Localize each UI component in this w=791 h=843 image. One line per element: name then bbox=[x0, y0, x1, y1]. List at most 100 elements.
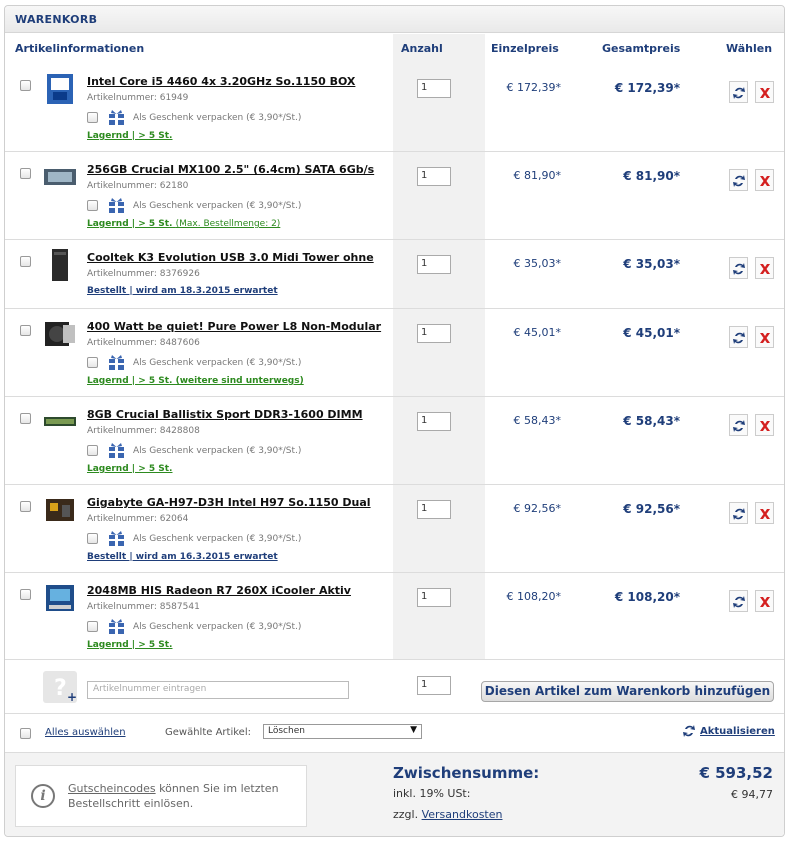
delete-item-button[interactable] bbox=[755, 81, 774, 103]
refresh-item-button[interactable] bbox=[729, 81, 748, 103]
item-unit-price: € 172,39* bbox=[506, 81, 561, 94]
item-quantity-input[interactable]: 1 bbox=[417, 412, 451, 431]
item-total-price: € 58,43* bbox=[623, 414, 680, 428]
gift-wrap-checkbox[interactable] bbox=[87, 357, 98, 368]
item-title-link[interactable]: 256GB Crucial MX100 2.5" (6.4cm) SATA 6G… bbox=[87, 163, 374, 176]
gift-box-icon bbox=[108, 109, 125, 126]
refresh-item-button[interactable] bbox=[729, 257, 748, 279]
delete-item-button[interactable] bbox=[755, 590, 774, 612]
select-all-checkbox[interactable] bbox=[20, 728, 31, 739]
item-title-link[interactable]: Intel Core i5 4460 4x 3.20GHz So.1150 BO… bbox=[87, 75, 355, 88]
select-all-link[interactable]: Alles auswählen bbox=[45, 727, 126, 738]
refresh-item-button[interactable] bbox=[729, 326, 748, 348]
gift-wrap-label: Als Geschenk verpacken (€ 3,90*/St.) bbox=[133, 201, 302, 211]
gift-wrap-checkbox[interactable] bbox=[87, 112, 98, 123]
item-unit-price: € 108,20* bbox=[506, 590, 561, 603]
item-select-checkbox[interactable] bbox=[20, 168, 31, 179]
refresh-item-button[interactable] bbox=[729, 502, 748, 524]
stock-extra-note: (Max. Bestellmenge: 2) bbox=[175, 219, 281, 229]
voucher-codes-link[interactable]: Gutscheincodes bbox=[68, 782, 156, 795]
item-quantity-input[interactable]: 1 bbox=[417, 255, 451, 274]
delete-x-icon bbox=[760, 88, 770, 98]
item-article-number: Artikelnummer: 62064 bbox=[87, 514, 189, 524]
item-stock-status[interactable]: Lagernd | > 5 St. (weitere sind unterweg… bbox=[87, 376, 304, 386]
gift-wrap-checkbox[interactable] bbox=[87, 621, 98, 632]
article-number-input[interactable]: Artikelnummer eintragen bbox=[87, 681, 349, 699]
cart-panel: WARENKORB Artikelinformationen Anzahl Ei… bbox=[4, 5, 785, 837]
pc-case-image[interactable] bbox=[43, 248, 77, 282]
gift-box-icon bbox=[108, 618, 125, 635]
item-title-link[interactable]: 2048MB HIS Radeon R7 260X iCooler Aktiv bbox=[87, 584, 351, 597]
refresh-icon[interactable] bbox=[682, 723, 696, 739]
delete-item-button[interactable] bbox=[755, 502, 774, 524]
item-select-checkbox[interactable] bbox=[20, 325, 31, 336]
stock-text: Lagernd | > 5 St. bbox=[87, 131, 173, 141]
delete-x-icon bbox=[760, 509, 770, 519]
item-stock-status[interactable]: Bestellt | wird am 18.3.2015 erwartet bbox=[87, 286, 278, 296]
add-to-cart-button[interactable]: Diesen Artikel zum Warenkorb hinzufügen bbox=[481, 681, 774, 702]
gift-wrap-label: Als Geschenk verpacken (€ 3,90*/St.) bbox=[133, 113, 302, 123]
ram-module-image[interactable] bbox=[43, 405, 77, 439]
item-total-price: € 108,20* bbox=[614, 590, 680, 604]
selected-items-label: Gewählte Artikel: bbox=[165, 727, 251, 738]
cpu-box-image[interactable] bbox=[43, 72, 77, 106]
item-stock-status[interactable]: Bestellt | wird am 16.3.2015 erwartet bbox=[87, 552, 278, 562]
refresh-icon bbox=[733, 332, 745, 344]
shipping-costs-link[interactable]: Versandkosten bbox=[422, 808, 503, 821]
item-select-checkbox[interactable] bbox=[20, 413, 31, 424]
update-link[interactable]: Aktualisieren bbox=[700, 726, 775, 737]
ssd-image[interactable] bbox=[43, 160, 77, 194]
item-article-number: Artikelnummer: 8428808 bbox=[87, 426, 200, 436]
chevron-down-icon: ▼ bbox=[410, 725, 417, 735]
svg-text:?: ? bbox=[54, 676, 67, 701]
item-stock-status[interactable]: Lagernd | > 5 St. bbox=[87, 131, 172, 141]
graphics-card-image[interactable] bbox=[43, 581, 77, 615]
power-supply-image[interactable] bbox=[43, 317, 77, 351]
item-quantity-input[interactable]: 1 bbox=[417, 588, 451, 607]
delete-item-button[interactable] bbox=[755, 414, 774, 436]
item-stock-status[interactable]: Lagernd | > 5 St. (Max. Bestellmenge: 2) bbox=[87, 219, 280, 229]
refresh-item-button[interactable] bbox=[729, 590, 748, 612]
item-article-number: Artikelnummer: 8587541 bbox=[87, 602, 200, 612]
refresh-item-button[interactable] bbox=[729, 414, 748, 436]
item-quantity-input[interactable]: 1 bbox=[417, 500, 451, 519]
gift-wrap-label: Als Geschenk verpacken (€ 3,90*/St.) bbox=[133, 534, 302, 544]
delete-item-button[interactable] bbox=[755, 326, 774, 348]
delete-item-button[interactable] bbox=[755, 257, 774, 279]
stock-text: Lagernd | > 5 St. (weitere sind unterweg… bbox=[87, 376, 304, 386]
add-article-quantity-input[interactable]: 1 bbox=[417, 676, 451, 695]
item-select-checkbox[interactable] bbox=[20, 501, 31, 512]
item-total-price: € 92,56* bbox=[623, 502, 680, 516]
item-quantity-input[interactable]: 1 bbox=[417, 324, 451, 343]
selected-action-select[interactable]: Löschen ▼ bbox=[263, 724, 422, 739]
item-title-link[interactable]: Cooltek K3 Evolution USB 3.0 Midi Tower … bbox=[87, 251, 374, 264]
item-title-link[interactable]: Gigabyte GA-H97-D3H Intel H97 So.1150 Du… bbox=[87, 496, 371, 509]
refresh-icon bbox=[733, 596, 745, 608]
gift-wrap-checkbox[interactable] bbox=[87, 533, 98, 544]
stock-text: Bestellt | wird am 18.3.2015 erwartet bbox=[87, 286, 278, 296]
item-stock-status[interactable]: Lagernd | > 5 St. bbox=[87, 640, 172, 650]
voucher-info-box: i Gutscheincodes können Sie im letzten B… bbox=[15, 765, 307, 827]
item-quantity-input[interactable]: 1 bbox=[417, 79, 451, 98]
gift-box-icon bbox=[108, 530, 125, 547]
refresh-item-button[interactable] bbox=[729, 169, 748, 191]
selected-action-value: Löschen bbox=[268, 726, 305, 736]
cart-item-row: 256GB Crucial MX100 2.5" (6.4cm) SATA 6G… bbox=[5, 152, 784, 240]
info-icon: i bbox=[31, 784, 55, 808]
item-total-price: € 45,01* bbox=[623, 326, 680, 340]
item-select-checkbox[interactable] bbox=[20, 256, 31, 267]
question-icon: ? + bbox=[43, 671, 77, 704]
item-stock-status[interactable]: Lagernd | > 5 St. bbox=[87, 464, 172, 474]
item-title-link[interactable]: 8GB Crucial Ballistix Sport DDR3-1600 DI… bbox=[87, 408, 363, 421]
add-article-row: ? + Artikelnummer eintragen 1 Diesen Arti… bbox=[5, 660, 784, 714]
delete-item-button[interactable] bbox=[755, 169, 774, 191]
motherboard-image[interactable] bbox=[43, 493, 77, 527]
item-total-price: € 35,03* bbox=[623, 257, 680, 271]
voucher-text: Gutscheincodes können Sie im letzten Bes… bbox=[68, 781, 288, 811]
gift-wrap-checkbox[interactable] bbox=[87, 445, 98, 456]
gift-wrap-checkbox[interactable] bbox=[87, 200, 98, 211]
item-select-checkbox[interactable] bbox=[20, 589, 31, 600]
item-select-checkbox[interactable] bbox=[20, 80, 31, 91]
item-quantity-input[interactable]: 1 bbox=[417, 167, 451, 186]
item-title-link[interactable]: 400 Watt be quiet! Pure Power L8 Non-Mod… bbox=[87, 320, 381, 333]
